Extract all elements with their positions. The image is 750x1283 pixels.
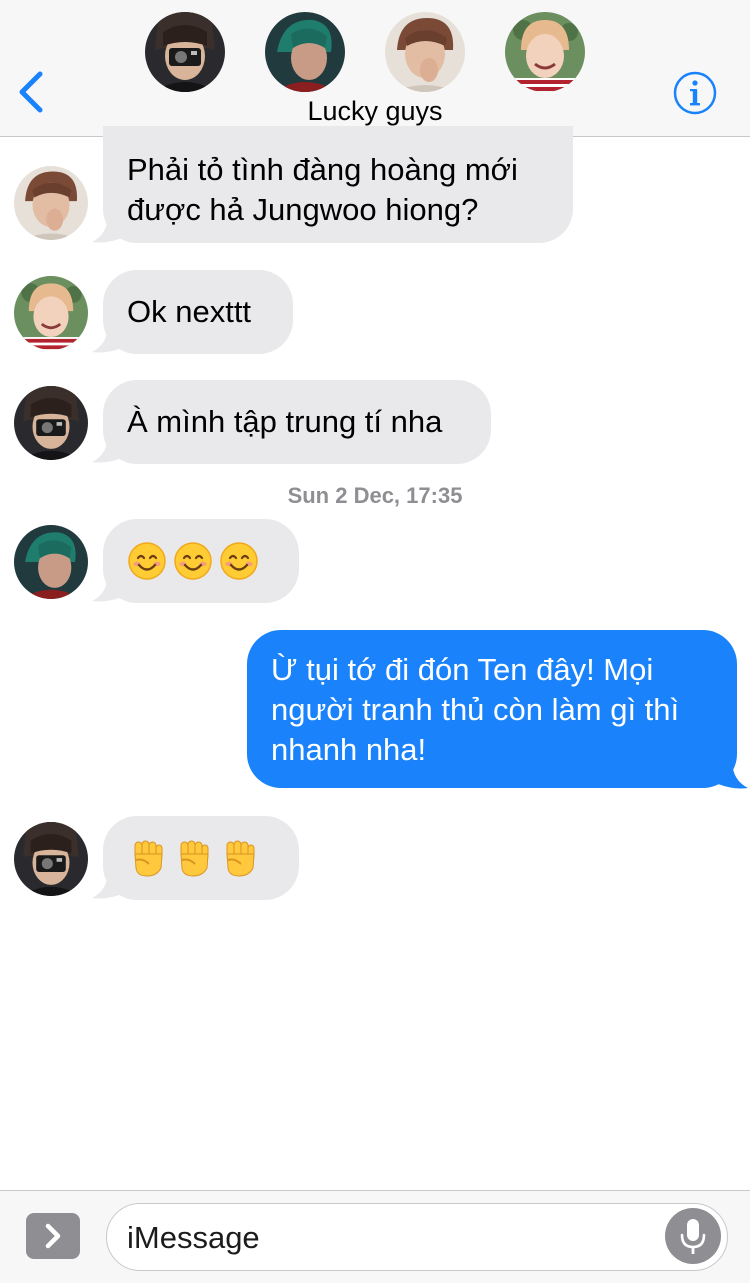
raised-fist-emoji [173, 838, 213, 878]
message-text: nhanh nha! [271, 732, 427, 767]
message-bubble-incoming[interactable] [103, 816, 299, 900]
group-name[interactable]: Lucky guys [0, 96, 750, 127]
message-bubble-incoming[interactable] [103, 519, 299, 603]
message-text: Ừ tụi tớ đi đón Ten đây! Mọi [271, 652, 654, 687]
sender-avatar[interactable] [14, 525, 88, 599]
apps-button[interactable] [26, 1213, 80, 1259]
member-avatar-4[interactable] [505, 12, 585, 92]
member-avatar-1[interactable] [145, 12, 225, 92]
message-text: À mình tập trung tí nha [127, 404, 443, 439]
member-avatar-3[interactable] [385, 12, 465, 92]
emoji-row [127, 541, 275, 581]
emoji-row [127, 838, 275, 878]
chevron-right-icon [45, 1223, 61, 1249]
message-text: được hả Jungwoo hiong? [127, 192, 479, 227]
message-bubble-incoming[interactable]: Ok nexttt [103, 270, 293, 354]
raised-fist-emoji [127, 838, 167, 878]
smiling-face-emoji [219, 541, 259, 581]
conversation-header: Lucky guys [0, 0, 750, 137]
message-text: Ok nexttt [127, 294, 252, 329]
composer-bar [0, 1190, 750, 1283]
sender-avatar[interactable] [14, 166, 88, 240]
sender-avatar[interactable] [14, 386, 88, 460]
message-bubble-outgoing[interactable]: Ừ tụi tớ đi đón Ten đây! Mọi người tranh… [247, 630, 737, 788]
info-circle-icon[interactable] [672, 70, 718, 116]
sender-avatar[interactable] [14, 276, 88, 350]
message-bubble-incoming[interactable]: À mình tập trung tí nha [103, 380, 491, 464]
message-text: người tranh thủ còn làm gì thì [271, 692, 680, 727]
message-bubble-incoming[interactable]: Phải tỏ tình đàng hoàng mới được hả Jung… [103, 126, 573, 243]
message-timestamp: Sun 2 Dec, 17:35 [287, 483, 463, 508]
message-input-field[interactable] [106, 1203, 728, 1271]
message-input[interactable] [125, 1212, 659, 1264]
member-avatar-2[interactable] [265, 12, 345, 92]
message-text: Phải tỏ tình đàng hoàng mới [127, 152, 518, 187]
raised-fist-emoji [219, 838, 259, 878]
microphone-icon [680, 1219, 706, 1254]
smiling-face-emoji [173, 541, 213, 581]
microphone-button[interactable] [665, 1208, 721, 1264]
sender-avatar[interactable] [14, 822, 88, 896]
smiling-face-emoji [127, 541, 167, 581]
